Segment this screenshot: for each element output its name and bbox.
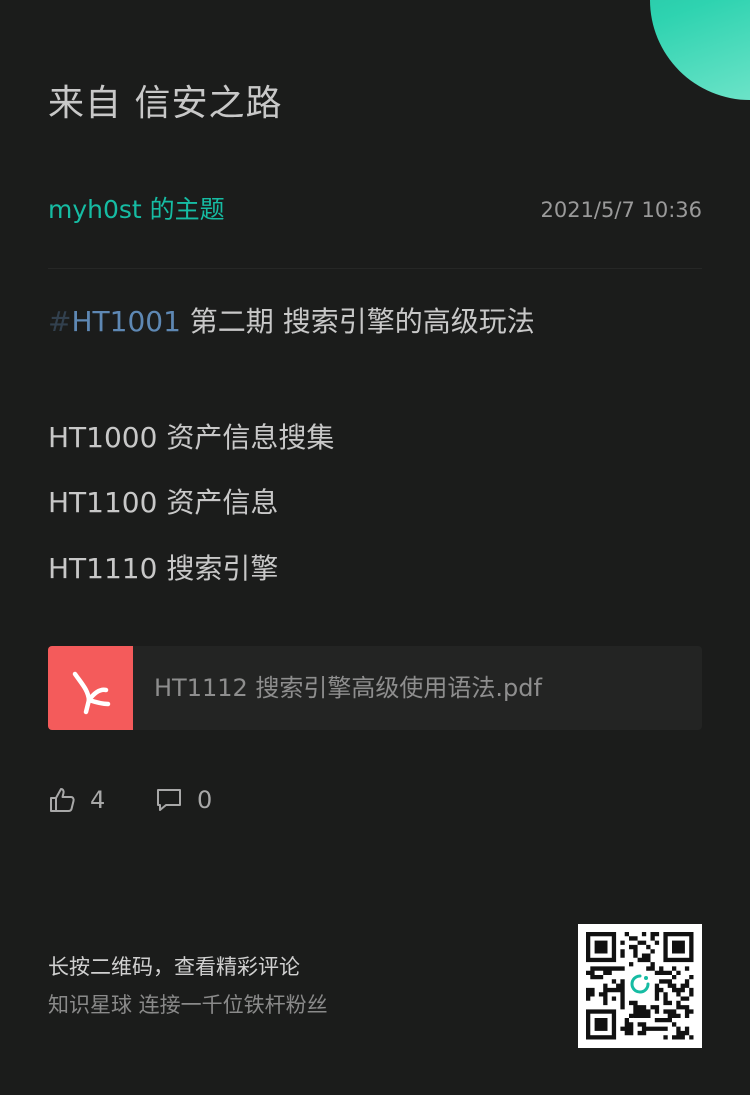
share-card: 来自 信安之路 myh0st 的主题 2021/5/7 10:36 #HT100… [0, 0, 750, 1095]
content-line: HT1000 资产信息搜集 [48, 421, 335, 454]
footer-prompt: 长按二维码，查看精彩评论 [48, 955, 300, 979]
decorative-corner-circle [650, 0, 750, 100]
author-link[interactable]: myh0st 的主题 [48, 192, 225, 228]
pdf-file-icon [48, 646, 133, 730]
qr-logo-dot [644, 976, 648, 980]
qr-finder-inner [672, 940, 685, 954]
file-name: HT1112 搜索引擎高级使用语法.pdf [154, 674, 542, 702]
content-line: HT1100 资产信息 [48, 486, 279, 519]
qr-code-image [585, 931, 694, 1040]
post-title: #HT1001 第二期 搜索引擎的高级玩法 [48, 300, 702, 344]
file-attachment[interactable]: HT1112 搜索引擎高级使用语法.pdf [48, 646, 702, 730]
post-timestamp: 2021/5/7 10:36 [540, 198, 702, 222]
meta-row: myh0st 的主题 2021/5/7 10:36 [48, 192, 702, 228]
post-title-text: 第二期 搜索引擎的高级玩法 [189, 305, 535, 338]
hashtag-symbol: # [48, 305, 72, 338]
divider [48, 268, 702, 269]
footer-tagline: 知识星球 连接一千位铁杆粉丝 [48, 993, 328, 1017]
source-title: 来自 信安之路 [48, 83, 283, 124]
qr-finder-inner [594, 1018, 608, 1031]
comment-count: 0 [197, 786, 213, 814]
hashtag-link[interactable]: HT1001 [71, 305, 180, 338]
comment-bubble-icon [157, 789, 181, 811]
like-count: 4 [90, 786, 106, 814]
qr-code[interactable] [578, 924, 702, 1048]
thumbs-up-icon [50, 788, 75, 812]
content-line: HT1110 搜索引擎 [48, 552, 279, 585]
qr-finder-inner [594, 940, 608, 954]
